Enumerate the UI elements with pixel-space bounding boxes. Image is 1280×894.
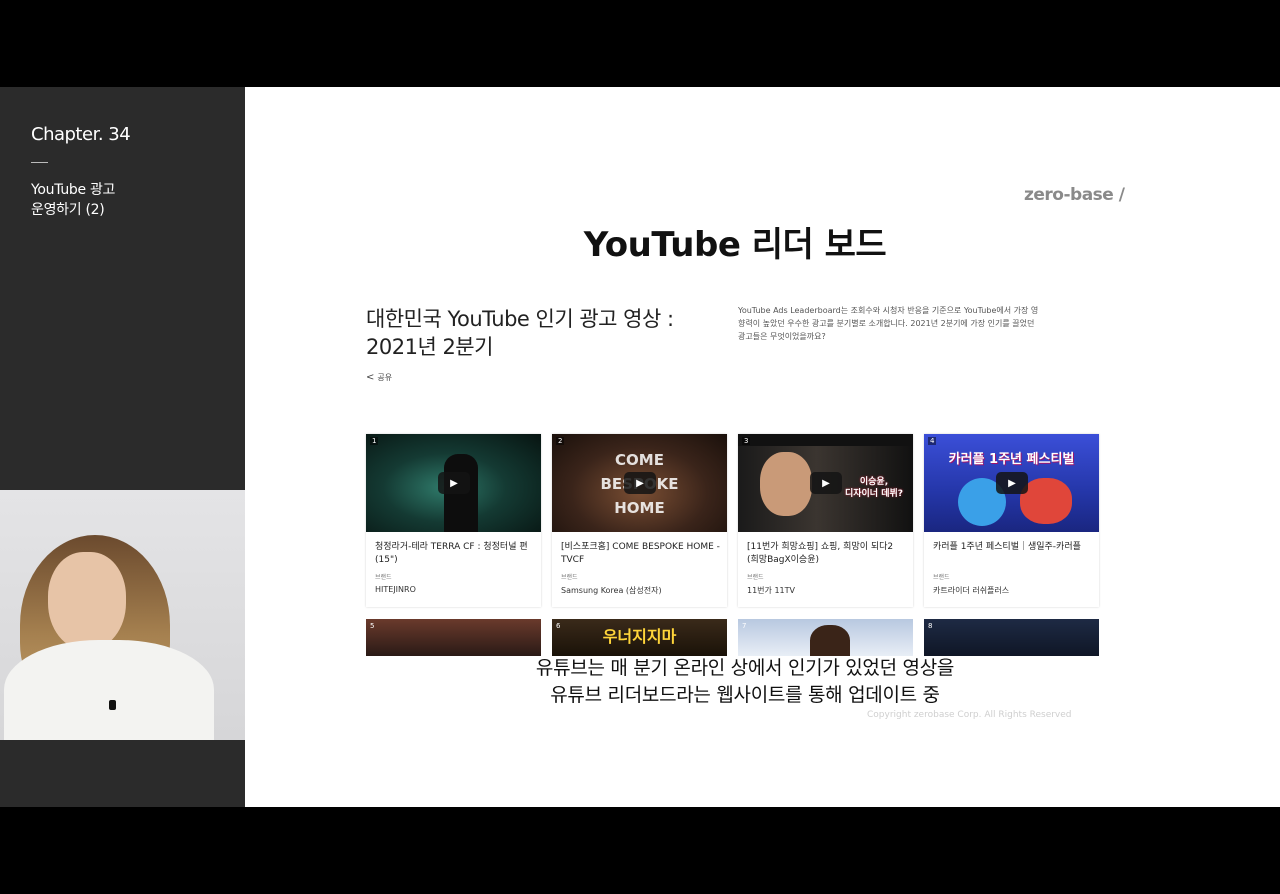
thumbnail-caption: 우너지지마 (602, 627, 677, 646)
lecture-title: YouTube 광고 운영하기 (2) (31, 182, 116, 218)
caption-line-1: 유튜브는 매 분기 온라인 상에서 인기가 있었던 영상을 (532, 657, 958, 679)
lapel-mic-icon (109, 700, 116, 710)
brand-label: 브랜드 (561, 574, 578, 581)
rank-badge: 8 (928, 622, 933, 630)
video-title[interactable]: 청정라거-테라 TERRA CF : 청정터널 편 (15") (375, 541, 535, 567)
page-description: YouTube Ads Leaderboard는 조회수와 시청자 반응을 기준… (738, 306, 1039, 341)
chapter-label: Chapter. 34 (31, 124, 131, 145)
video-thumbnail[interactable]: 2 COME BESPOKE HOME ▶ (552, 434, 727, 532)
caption-overlay: 유튜브는 매 분기 온라인 상에서 인기가 있었던 영상을 유튜브 리더보드라는… (245, 655, 1245, 709)
brand-name: 카트라이더 러쉬플러스 (933, 586, 1010, 595)
brand-name: HITEJINRO (375, 585, 416, 594)
video-title[interactable]: [비스포크홈] COME BESPOKE HOME - TVCF (561, 541, 721, 567)
sidebar-bottom (0, 740, 245, 807)
video-grid: 1 ▶ 청정라거-테라 TERRA CF : 청정터널 편 (15") 브랜드 … (366, 434, 1099, 656)
rank-badge: 4 (928, 437, 937, 445)
rank-badge: 1 (370, 437, 379, 445)
share-icon: < (366, 372, 375, 383)
instructor-body (4, 640, 214, 740)
video-thumbnail[interactable]: 3 이승윤, 디자이너 데뷔? ▶ (738, 434, 913, 532)
copyright: Copyright zerobase Corp. All Rights Rese… (867, 710, 1072, 720)
video-title[interactable]: [11번가 희망쇼핑] 쇼핑, 희망이 되다2 (희망BagX이승윤) (747, 541, 907, 567)
video-thumbnail[interactable]: 6 우너지지마 (552, 619, 727, 656)
rank-badge: 7 (742, 622, 747, 630)
video-thumbnail[interactable]: 4 카러플 1주년 페스티벌 ▶ (924, 434, 1099, 532)
share-button[interactable]: < 공유 (366, 372, 392, 383)
rank-badge: 3 (742, 437, 751, 445)
brand-name: Samsung Korea (삼성전자) (561, 586, 662, 595)
play-icon[interactable]: ▶ (624, 472, 656, 494)
share-label: 공유 (377, 373, 393, 382)
brand-logo: zero-base / (1024, 185, 1125, 205)
thumbnail-figure (760, 452, 812, 516)
brand-label: 브랜드 (933, 574, 950, 581)
brand-label: 브랜드 (747, 574, 764, 581)
video-card[interactable]: 4 카러플 1주년 페스티벌 ▶ 카러플 1주년 페스티벌｜생일주-카러플 브랜… (924, 434, 1099, 607)
slide-title: YouTube 리더 보드 (583, 225, 887, 265)
instructor-face (48, 552, 126, 650)
video-card[interactable]: 1 ▶ 청정라거-테라 TERRA CF : 청정터널 편 (15") 브랜드 … (366, 434, 541, 607)
thumbnail-caption: 이승윤, 디자이너 데뷔? (844, 477, 904, 499)
video-title[interactable]: 카러플 1주년 페스티벌｜생일주-카러플 (933, 541, 1093, 554)
video-thumbnail[interactable]: 7 (738, 619, 913, 656)
play-icon[interactable]: ▶ (810, 472, 842, 494)
rank-badge: 2 (556, 437, 565, 445)
letterbox-top (0, 0, 1280, 87)
play-icon[interactable]: ▶ (438, 472, 470, 494)
instructor-webcam (0, 490, 245, 740)
chapter-divider (31, 162, 48, 163)
video-card[interactable]: 2 COME BESPOKE HOME ▶ [비스포크홈] COME BESPO… (552, 434, 727, 607)
thumbnail-figure (810, 625, 850, 656)
video-thumbnail[interactable]: 8 (924, 619, 1099, 656)
video-card[interactable]: 3 이승윤, 디자이너 데뷔? ▶ [11번가 희망쇼핑] 쇼핑, 희망이 되다… (738, 434, 913, 607)
brand-name: 11번가 11TV (747, 586, 795, 595)
thumbnail-topbar (738, 434, 913, 446)
rank-badge: 5 (370, 622, 375, 630)
play-icon[interactable]: ▶ (996, 472, 1028, 494)
brand-label: 브랜드 (375, 574, 392, 581)
page-heading: 대한민국 YouTube 인기 광고 영상 : 2021년 2분기 (366, 307, 674, 359)
letterbox-bottom (0, 807, 1280, 894)
video-thumbnail[interactable]: 1 ▶ (366, 434, 541, 532)
thumbnail-caption: 카러플 1주년 페스티벌 (948, 452, 1075, 467)
video-thumbnail[interactable]: 5 (366, 619, 541, 656)
caption-line-2: 유튜브 리더보드라는 웹사이트를 통해 업데이트 중 (547, 684, 943, 706)
